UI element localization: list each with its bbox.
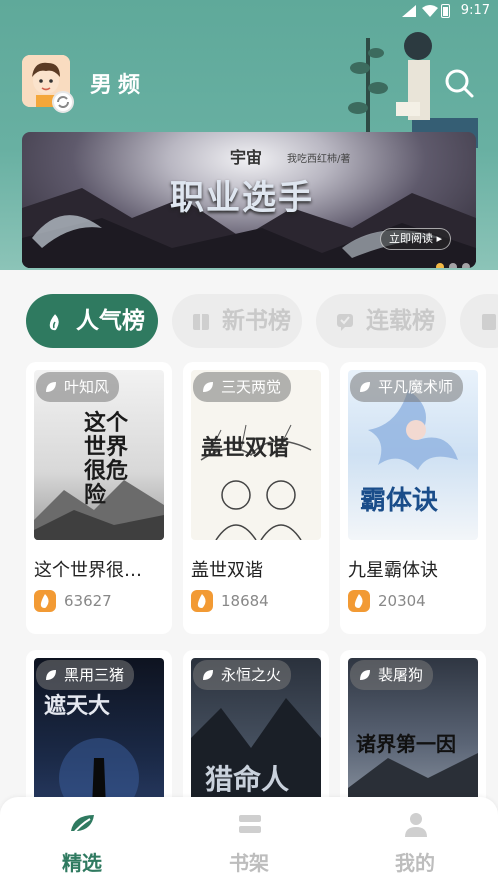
author-tag: 三天两觉	[193, 372, 292, 402]
banner-author: 我吃西红柿/著	[287, 154, 351, 165]
fire-icon	[48, 311, 61, 332]
nav-bookshelf-label: 书架	[229, 851, 269, 875]
banner-dot[interactable]	[436, 263, 444, 268]
cover-title: 霸体诀	[360, 486, 439, 516]
book-title: 九星霸体诀	[348, 560, 438, 581]
tab-new-books[interactable]: 新书榜	[172, 294, 302, 348]
status-bar: 9:17	[0, 0, 498, 22]
book-cover[interactable]: 盖世双谐 三天两觉	[191, 370, 321, 540]
banner-dot[interactable]	[449, 263, 457, 268]
banner-title: 职业选手	[170, 178, 314, 218]
read-now-label: 立即阅读	[389, 232, 433, 245]
list-icon	[482, 314, 496, 330]
signal-icon	[402, 5, 416, 17]
nav-profile[interactable]: 我的	[355, 797, 475, 887]
heat-icon	[348, 590, 370, 612]
banner-series: 宇宙	[230, 148, 263, 167]
book-card[interactable]: 霸体诀 平凡魔术师 九星霸体诀 20304	[340, 362, 486, 634]
tab-serial-label: 连载榜	[366, 308, 435, 334]
cover-title: 诸界第一因	[356, 732, 456, 756]
wifi-icon	[422, 5, 438, 17]
heat-icon	[191, 590, 213, 612]
author-name: 平凡魔术师	[378, 378, 454, 396]
bookshelf-icon	[239, 815, 261, 833]
heat-count: 20304	[378, 592, 426, 610]
author-tag: 黑用三猪	[36, 660, 135, 690]
search-icon[interactable]	[442, 66, 476, 100]
bottom-navigation: 精选 书架 我的	[0, 797, 498, 887]
author-tag: 叶知风	[36, 372, 120, 402]
leaf-icon	[360, 382, 370, 392]
leaf-icon	[46, 670, 56, 680]
book-card[interactable]: 这个世界很危险 叶知风 这个世界很… 63627	[26, 362, 172, 634]
author-name: 叶知风	[64, 378, 110, 396]
cover-title: 猎命人	[205, 763, 290, 796]
status-time: 9:17	[460, 3, 490, 18]
author-name: 裴屠狗	[378, 666, 424, 684]
nav-bookshelf[interactable]: 书架	[189, 797, 309, 887]
heat-count: 63627	[64, 592, 112, 610]
tab-serial[interactable]: 连载榜	[316, 294, 446, 348]
cover-title: 盖世双谐	[201, 436, 290, 461]
author-name: 三天两觉	[221, 378, 282, 396]
book-icon	[193, 314, 209, 330]
author-tag: 平凡魔术师	[350, 372, 464, 402]
cover-title: 这个世界很危险	[84, 411, 129, 508]
book-cover[interactable]: 霸体诀 平凡魔术师	[348, 370, 478, 540]
author-name: 黑用三猪	[64, 666, 125, 684]
leaf-icon	[203, 670, 213, 680]
channel-title[interactable]: 男频	[90, 67, 146, 99]
leaf-icon	[360, 670, 370, 680]
read-now-button[interactable]: 立即阅读 ▸	[380, 228, 452, 250]
chat-check-icon	[337, 314, 353, 331]
leaf-feather-icon	[71, 815, 94, 836]
banner-dot[interactable]	[462, 263, 470, 268]
heat-count: 18684	[221, 592, 269, 610]
leaf-icon	[46, 382, 56, 392]
book-cover[interactable]: 这个世界很危险 叶知风	[34, 370, 164, 540]
switch-channel-icon[interactable]	[52, 91, 74, 113]
user-icon	[405, 813, 427, 837]
leaf-icon	[203, 382, 213, 392]
nav-profile-label: 我的	[395, 851, 435, 875]
nav-featured-label: 精选	[62, 851, 102, 875]
heat-icon	[34, 590, 56, 612]
author-tag: 裴屠狗	[350, 660, 434, 690]
promo-banner[interactable]: 宇宙 我吃西红柿/著 职业选手 立即阅读 ▸	[22, 132, 476, 268]
cover-title: 遮天大	[44, 694, 111, 719]
tab-popular[interactable]: 人气榜	[26, 294, 158, 348]
book-title: 盖世双谐	[191, 560, 263, 581]
tab-popular-label: 人气榜	[76, 308, 145, 334]
author-tag: 永恒之火	[193, 660, 292, 690]
tab-new-books-label: 新书榜	[222, 308, 291, 334]
book-title: 这个世界很…	[34, 560, 142, 581]
battery-icon	[441, 4, 450, 18]
book-card[interactable]: 盖世双谐 三天两觉 盖世双谐 18684	[183, 362, 329, 634]
banner-pagination	[436, 256, 475, 268]
author-name: 永恒之火	[221, 666, 282, 684]
nav-featured[interactable]: 精选	[22, 797, 142, 887]
